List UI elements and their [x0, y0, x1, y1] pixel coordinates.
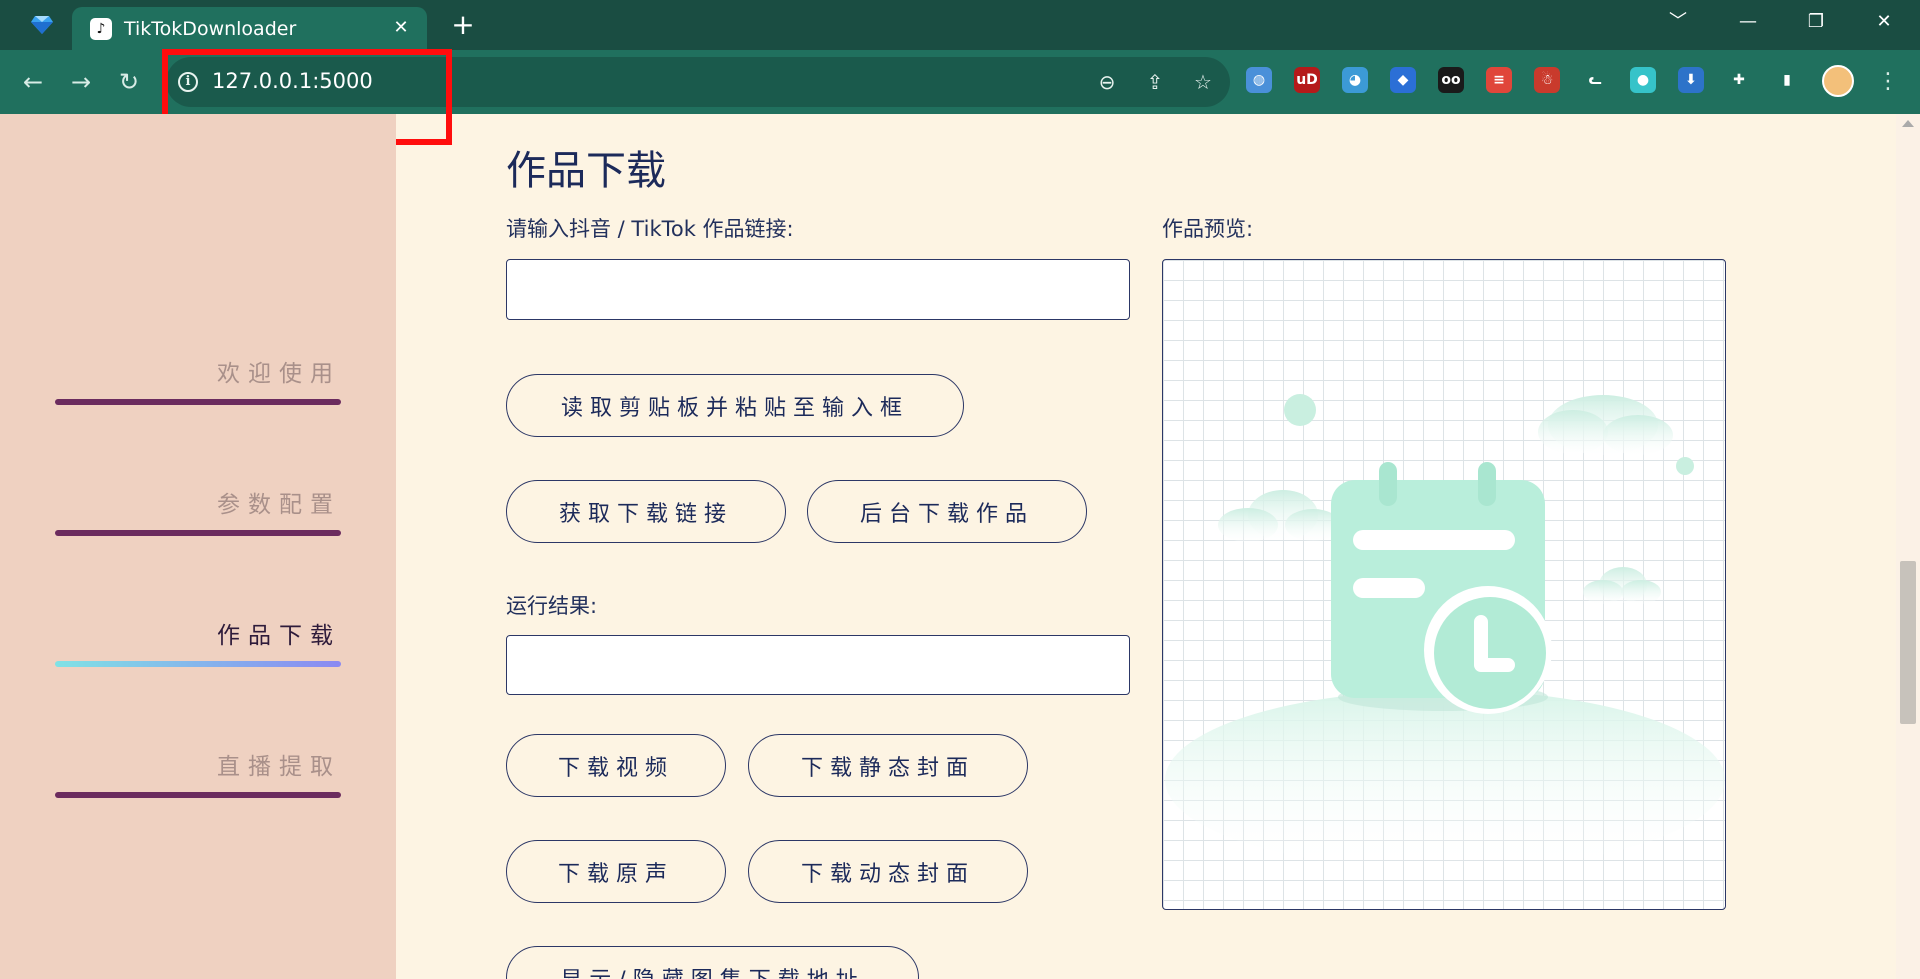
sidebar-item-label: 直播提取	[217, 754, 341, 780]
new-tab-icon[interactable]: +	[448, 11, 478, 41]
sidebar: 欢迎使用 参数配置 作品下载 直播提取	[0, 114, 396, 979]
get-download-link-button[interactable]: 获取下载链接	[506, 480, 786, 543]
gem-extension-icon[interactable]: ◆	[1390, 67, 1416, 93]
santa-extension-icon[interactable]: ☃	[1534, 67, 1560, 93]
zoom-out-icon[interactable]: ⊖	[1094, 69, 1120, 95]
main-content: 作品下载 请输入抖音 / TikTok 作品链接: 读取剪贴板并粘贴至输入框 获…	[396, 114, 1896, 979]
bookmark-star-icon[interactable]: ☆	[1190, 69, 1216, 95]
reload-icon[interactable]: ↻	[113, 66, 145, 98]
sidebar-item-label: 欢迎使用	[217, 361, 341, 387]
tab-search-icon[interactable]: ﹀	[1658, 8, 1698, 36]
circle-extension-icon[interactable]: ●	[1630, 67, 1656, 93]
sidebar-item-settings[interactable]: 参数配置	[55, 485, 341, 536]
browser-tab-active[interactable]: ♪ TikTokDownloader ✕	[72, 7, 427, 50]
page-title: 作品下载	[506, 148, 666, 194]
link-input[interactable]	[506, 259, 1130, 320]
sidebar-item-underline	[55, 399, 341, 405]
window-close-icon[interactable]: ✕	[1864, 8, 1904, 36]
tab-close-icon[interactable]: ✕	[389, 16, 413, 40]
tiktok-favicon-icon: ♪	[90, 18, 112, 40]
tab-title: TikTokDownloader	[124, 18, 297, 40]
menu-kebab-icon[interactable]: ⋮	[1872, 66, 1904, 98]
profile-avatar[interactable]	[1822, 65, 1854, 97]
share-icon[interactable]: ⇪	[1142, 69, 1168, 95]
puzzle-extensions-icon[interactable]: ✚	[1726, 67, 1752, 93]
back-arrow-icon[interactable]: ←	[17, 66, 49, 98]
sidebar-item-welcome[interactable]: 欢迎使用	[55, 354, 341, 405]
link-input-label: 请输入抖音 / TikTok 作品链接:	[506, 217, 794, 241]
download-static-cover-button[interactable]: 下载静态封面	[748, 734, 1028, 797]
minimize-icon[interactable]: —	[1728, 8, 1768, 36]
notes-extension-icon[interactable]: ≡	[1486, 67, 1512, 93]
paste-clipboard-button[interactable]: 读取剪贴板并粘贴至输入框	[506, 374, 964, 437]
download-video-button[interactable]: 下载视频	[506, 734, 726, 797]
download-extension-icon[interactable]: ⬇	[1678, 67, 1704, 93]
download-audio-button[interactable]: 下载原声	[506, 840, 726, 903]
page-scrollbar[interactable]	[1896, 114, 1920, 979]
result-label: 运行结果:	[506, 594, 598, 618]
restore-icon[interactable]: ❐	[1796, 8, 1836, 36]
forward-arrow-icon[interactable]: →	[65, 66, 97, 98]
colorful-extension-icon[interactable]: ◕	[1342, 67, 1368, 93]
preview-label: 作品预览:	[1162, 217, 1254, 241]
preview-panel	[1162, 259, 1726, 910]
sidebar-item-underline	[55, 792, 341, 798]
gem-icon[interactable]	[28, 13, 56, 37]
sidebar-item-label: 作品下载	[217, 623, 341, 649]
download-dynamic-cover-button[interactable]: 下载动态封面	[748, 840, 1028, 903]
sidebar-item-underline	[55, 530, 341, 536]
sidebar-item-label: 参数配置	[217, 492, 341, 518]
cat-extension-icon[interactable]: ᓚ	[1582, 67, 1608, 93]
globe-extension-icon[interactable]: ◍	[1246, 67, 1272, 93]
scrollbar-thumb[interactable]	[1900, 561, 1916, 724]
scroll-up-arrow-icon[interactable]	[1902, 120, 1914, 127]
browser-tab-bar: ♪ TikTokDownloader ✕ + ﹀ — ❐ ✕	[0, 0, 1920, 50]
sidepanel-icon[interactable]: ▮	[1774, 67, 1800, 93]
background-download-button[interactable]: 后台下载作品	[807, 480, 1087, 543]
result-output[interactable]	[506, 635, 1130, 695]
empty-calendar-illustration	[1165, 394, 1725, 870]
tampermonkey-extension-icon[interactable]: oo	[1438, 67, 1464, 93]
ublock-extension-icon[interactable]: uD	[1294, 67, 1320, 93]
sidebar-item-underline-active	[55, 661, 341, 667]
toggle-gallery-links-button[interactable]: 显示/隐藏图集下载地址	[506, 946, 919, 979]
sidebar-item-live[interactable]: 直播提取	[55, 747, 341, 798]
sidebar-item-download[interactable]: 作品下载	[55, 616, 341, 667]
